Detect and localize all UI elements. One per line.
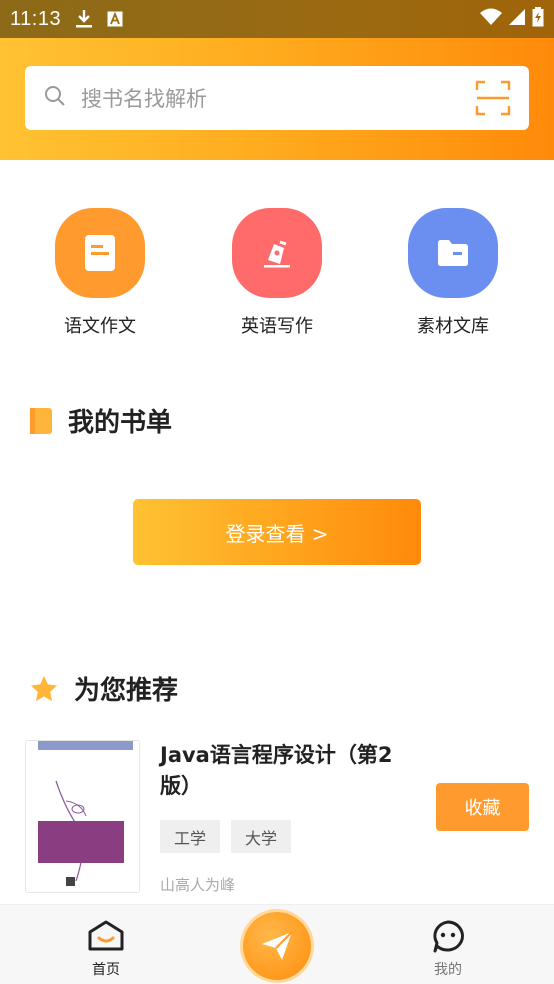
nav-mine[interactable]: 我的 — [408, 919, 488, 979]
bottom-nav: 首页 我的 — [0, 904, 554, 984]
recommend-title: 为您推荐 — [74, 676, 179, 706]
signal-icon — [508, 8, 526, 30]
search-input[interactable]: 搜书名找解析 — [81, 83, 475, 113]
document-icon — [55, 208, 145, 298]
book-tag: 大学 — [231, 820, 292, 853]
book-icon — [30, 407, 52, 434]
category-label: 英语写作 — [241, 316, 313, 337]
category-material-library[interactable]: 素材文库 — [383, 208, 523, 338]
book-author: 山高人为峰 — [160, 876, 236, 894]
category-chinese-essay[interactable]: 语文作文 — [30, 208, 170, 338]
battery-icon — [532, 7, 544, 31]
booklist-section-title: 我的书单 — [30, 402, 172, 439]
home-icon — [88, 920, 124, 951]
nav-mine-label: 我的 — [434, 962, 462, 978]
nav-home[interactable]: 首页 — [66, 919, 146, 979]
search-icon — [43, 84, 67, 112]
category-label: 素材文库 — [417, 316, 489, 337]
book-cover[interactable] — [25, 740, 140, 893]
star-icon — [30, 675, 58, 702]
favorite-button[interactable]: 收藏 — [436, 783, 529, 831]
book-card[interactable]: Java语言程序设计（第2版） 工学 大学 山高人为峰 收藏 — [25, 740, 529, 895]
nav-home-label: 首页 — [92, 962, 120, 978]
login-view-button[interactable]: 登录查看 > — [133, 499, 421, 565]
paper-plane-icon — [262, 931, 293, 960]
chat-face-icon — [433, 920, 464, 953]
booklist-title: 我的书单 — [68, 408, 173, 438]
folder-icon — [408, 208, 498, 298]
book-tag: 工学 — [160, 820, 221, 853]
category-row: 语文作文 英语写作 素材文库 — [0, 208, 554, 338]
publish-button[interactable] — [243, 912, 311, 980]
download-icon — [75, 9, 93, 29]
category-label: 语文作文 — [64, 316, 136, 337]
book-title[interactable]: Java语言程序设计（第2版） — [160, 740, 410, 802]
recommend-section-title: 为您推荐 — [30, 670, 178, 707]
header-banner: 11:13 搜书名找解析 — [0, 0, 554, 160]
pen-icon — [232, 208, 322, 298]
scan-icon[interactable] — [475, 80, 511, 116]
search-bar[interactable]: 搜书名找解析 — [25, 66, 529, 130]
wifi-icon — [480, 8, 502, 30]
font-icon — [107, 11, 123, 27]
status-time: 11:13 — [10, 7, 62, 30]
category-english-writing[interactable]: 英语写作 — [207, 208, 347, 338]
status-bar: 11:13 — [0, 0, 554, 38]
